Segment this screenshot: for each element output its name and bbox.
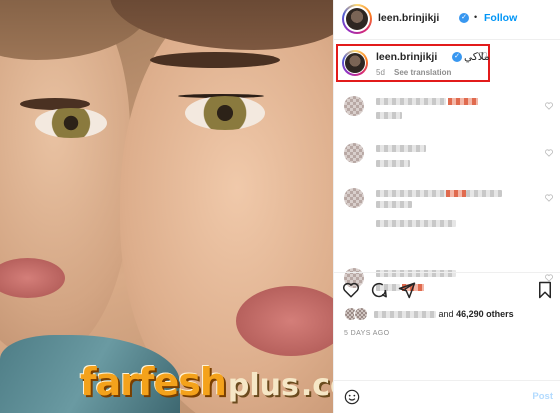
post-photo[interactable]: farfesh plus .com xyxy=(0,0,333,413)
caption-highlight-box: leen.brinjikji ✓ ملاكي ♡ 5d See translat… xyxy=(336,44,490,82)
photo-eye-right xyxy=(185,96,265,130)
comment-icon[interactable] xyxy=(370,281,388,299)
liker-username-blurred[interactable] xyxy=(374,311,436,319)
likes-text[interactable]: and 46,290 others xyxy=(374,309,514,319)
heart-icon[interactable] xyxy=(342,281,360,299)
watermark-suffix: plus xyxy=(227,368,299,403)
comment-avatar[interactable] xyxy=(344,188,364,208)
add-comment-bar: Post xyxy=(334,380,560,413)
see-translation-link[interactable]: See translation xyxy=(394,68,451,77)
photo-eye-left xyxy=(35,108,107,138)
watermark-brand: farfesh xyxy=(80,360,227,404)
post-header: leen.brinjikji ✓ • Follow xyxy=(334,0,560,40)
likes-summary[interactable]: and 46,290 others xyxy=(344,307,559,325)
caption-avatar[interactable] xyxy=(345,53,365,73)
watermark-tld: .com xyxy=(300,368,333,403)
avatar[interactable] xyxy=(346,8,368,30)
smiley-icon[interactable] xyxy=(344,389,360,405)
watermark-logo: farfesh plus .com xyxy=(80,360,333,406)
paper-plane-icon[interactable] xyxy=(398,281,416,299)
comment-avatar[interactable] xyxy=(344,96,364,116)
caption-time[interactable]: 5d xyxy=(376,68,385,77)
story-ring[interactable] xyxy=(342,4,372,34)
likes-conjunction: and xyxy=(438,309,454,319)
caption-verified-badge-icon: ✓ xyxy=(452,52,462,62)
comment-like-heart-icon[interactable] xyxy=(545,194,553,202)
photo-hair-right xyxy=(110,0,333,50)
verified-badge-icon: ✓ xyxy=(459,13,469,23)
photo-brow-right xyxy=(150,52,280,68)
separator-dot: • xyxy=(474,12,478,22)
follow-button[interactable]: Follow xyxy=(484,12,517,24)
post-comment-button[interactable]: Post xyxy=(532,391,553,402)
bookmark-icon[interactable] xyxy=(536,281,554,299)
comment-avatar[interactable] xyxy=(344,143,364,163)
caption-story-ring[interactable] xyxy=(342,50,368,76)
likes-count[interactable]: 46,290 others xyxy=(456,309,514,319)
action-bar xyxy=(334,272,560,302)
caption-username[interactable]: leen.brinjikji xyxy=(376,51,437,63)
header-username[interactable]: leen.brinjikji xyxy=(378,12,439,24)
caption-heart-emoji: ♡ xyxy=(478,51,488,63)
comment-like-heart-icon[interactable] xyxy=(545,102,553,110)
post-side-panel: leen.brinjikji ✓ • Follow leen.brinjikji… xyxy=(333,0,560,413)
liker-avatars xyxy=(344,307,372,321)
post-timestamp[interactable]: 5 DAYS AGO xyxy=(344,330,390,337)
comment-like-heart-icon[interactable] xyxy=(545,149,553,157)
